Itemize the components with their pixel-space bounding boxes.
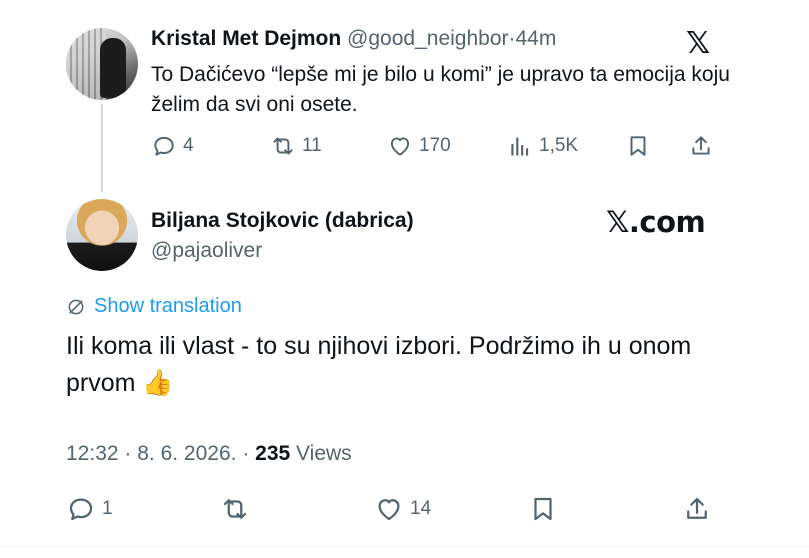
show-translation-link[interactable]: Show translation: [66, 295, 242, 318]
tweet-time[interactable]: 12:32: [66, 442, 119, 465]
repost-button[interactable]: [220, 494, 250, 524]
x-logo-icon[interactable]: 𝕏: [686, 26, 710, 61]
bookmark-button[interactable]: [625, 133, 651, 159]
bookmark-button[interactable]: [528, 494, 558, 524]
avatar-figure: [100, 38, 126, 98]
bookmark-icon: [630, 136, 646, 156]
like-count: 170: [419, 135, 451, 156]
share-icon: [687, 497, 707, 519]
thumbs-up-emoji: 👍: [142, 369, 174, 397]
tweet-text: Ili koma ili vlast - to su njihovi izbor…: [66, 328, 746, 402]
tweet-header: Kristal Met Dejmon @good_neighbor·44m: [151, 27, 556, 51]
separator: ·: [508, 27, 516, 50]
avatar[interactable]: [66, 28, 138, 100]
views-count: 1,5K: [539, 135, 579, 156]
author-name[interactable]: Kristal Met Dejmon: [151, 27, 341, 50]
heart-icon: [378, 499, 400, 521]
like-button[interactable]: 170: [387, 133, 451, 159]
reply-button[interactable]: 1: [66, 494, 113, 524]
avatar[interactable]: [66, 199, 138, 271]
reply-count: 4: [183, 135, 194, 156]
tweet-metadata: 12:32 · 8. 6. 2026. · 235 Views: [66, 442, 352, 465]
author-name[interactable]: Biljana Stojkovic (dabrica): [151, 209, 414, 233]
tweet-text: To Dačićevo “lepše mi je bilo u komi” je…: [151, 63, 730, 116]
share-button[interactable]: [682, 494, 712, 524]
share-icon: [692, 136, 710, 155]
translate-icon: [68, 299, 84, 314]
repost-icon: [273, 137, 293, 155]
show-translation-label: Show translation: [94, 295, 242, 317]
repost-button[interactable]: 11: [270, 133, 322, 159]
views-button[interactable]: 1,5K: [507, 133, 578, 159]
reply-icon: [154, 136, 174, 156]
author-handle[interactable]: @good_neighbor: [347, 27, 508, 50]
share-button[interactable]: [688, 133, 714, 159]
thread-line: [101, 104, 103, 192]
timestamp[interactable]: 44m: [516, 27, 557, 50]
repost-count: 11: [302, 135, 322, 156]
views-label: Views: [296, 442, 352, 465]
tweet-date[interactable]: 8. 6. 2026.: [137, 442, 236, 465]
like-count: 14: [410, 498, 432, 519]
divider: [0, 546, 809, 547]
repost-icon: [223, 499, 247, 519]
reply-button[interactable]: 4: [151, 133, 194, 159]
heart-icon: [390, 137, 410, 156]
analytics-icon: [511, 137, 529, 156]
author-handle[interactable]: @pajaoliver: [151, 239, 262, 263]
reply-icon: [69, 498, 93, 521]
brand-watermark: 𝕏.com: [606, 205, 706, 239]
like-button[interactable]: 14: [374, 494, 431, 524]
views-count: 235: [255, 442, 291, 465]
reply-count: 1: [102, 498, 113, 519]
bookmark-icon: [534, 497, 552, 521]
